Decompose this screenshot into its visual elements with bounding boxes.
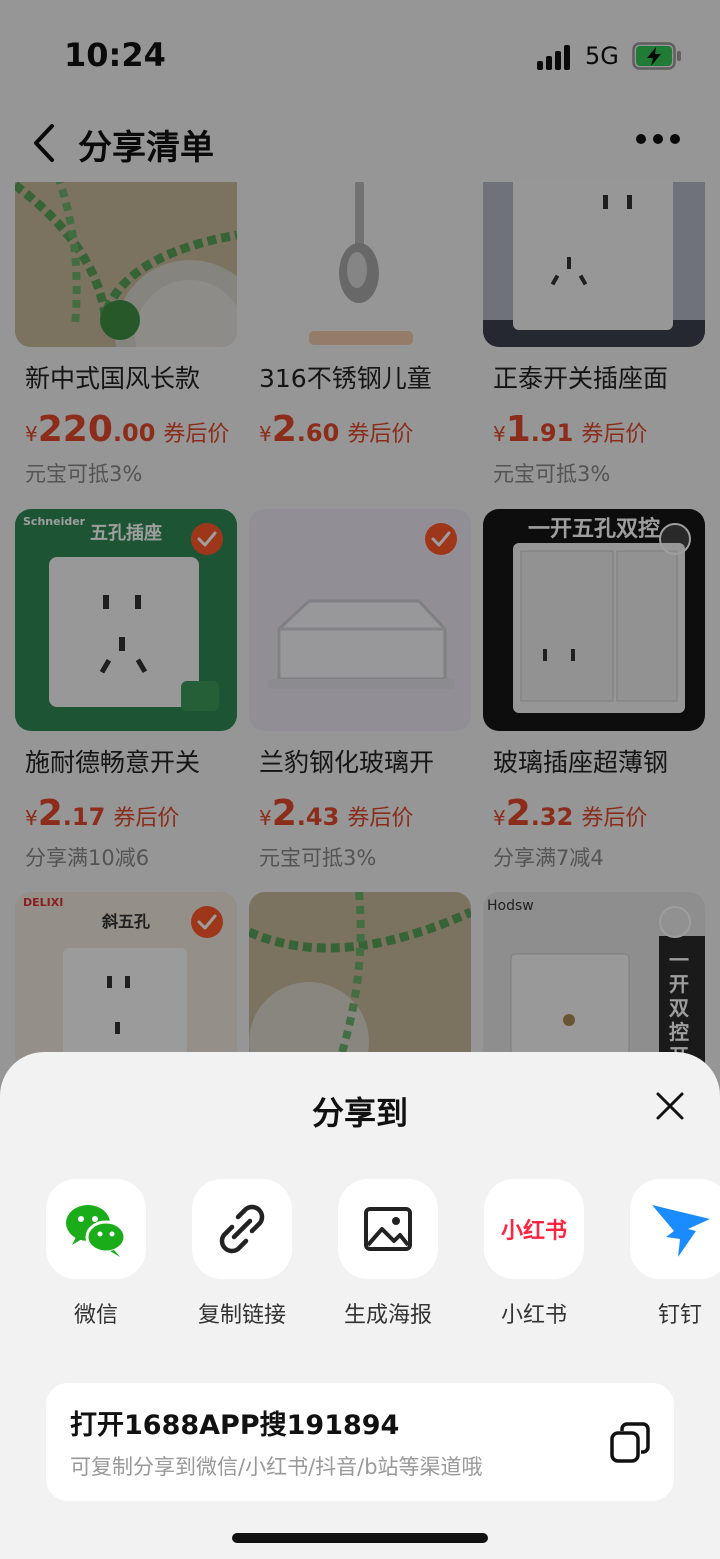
share-poster-button[interactable]: 生成海报 bbox=[338, 1179, 438, 1328]
copy-icon[interactable] bbox=[608, 1421, 652, 1465]
copy-code-hint: 可复制分享到微信/小红书/抖音/b站等渠道哦 bbox=[70, 1455, 483, 1479]
xiaohongshu-logo-text: 小红书 bbox=[500, 1219, 567, 1244]
share-label: 微信 bbox=[73, 1303, 118, 1328]
home-indicator[interactable] bbox=[232, 1533, 488, 1543]
image-icon bbox=[338, 1179, 438, 1279]
close-icon[interactable] bbox=[652, 1088, 688, 1124]
share-dingtalk-button[interactable]: 钉钉 bbox=[630, 1179, 720, 1328]
share-label: 钉钉 bbox=[657, 1303, 702, 1328]
share-sheet: 分享到 微信 复制链接 生成海报 小红书 小红书 钉钉 打开1688APP搜19… bbox=[0, 1052, 720, 1559]
link-icon bbox=[192, 1179, 292, 1279]
share-label: 生成海报 bbox=[343, 1303, 432, 1328]
copy-code-text: 打开1688APP搜191894 bbox=[70, 1410, 400, 1441]
share-label: 小红书 bbox=[500, 1303, 567, 1328]
dingtalk-icon bbox=[630, 1179, 720, 1279]
share-xiaohongshu-button[interactable]: 小红书 小红书 bbox=[484, 1179, 584, 1328]
share-copy-link-button[interactable]: 复制链接 bbox=[192, 1179, 292, 1328]
share-sheet-title: 分享到 bbox=[311, 1094, 408, 1132]
xiaohongshu-icon: 小红书 bbox=[484, 1179, 584, 1279]
share-label: 复制链接 bbox=[197, 1303, 286, 1328]
wechat-icon bbox=[46, 1179, 146, 1279]
share-wechat-button[interactable]: 微信 bbox=[46, 1179, 146, 1328]
copy-code-box[interactable]: 打开1688APP搜191894 可复制分享到微信/小红书/抖音/b站等渠道哦 bbox=[46, 1383, 674, 1501]
